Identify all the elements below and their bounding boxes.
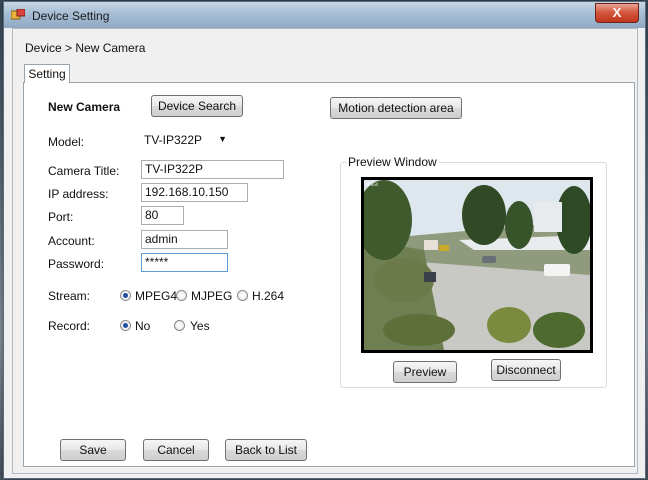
record-yes-label: Yes: [190, 319, 210, 333]
cancel-button[interactable]: Cancel: [143, 439, 209, 461]
model-label: Model:: [48, 135, 85, 149]
account-label: Account:: [48, 234, 95, 248]
model-select[interactable]: TV-IP322P ▼: [142, 131, 230, 150]
app-icon: [11, 9, 25, 20]
password-label: Password:: [48, 257, 105, 271]
device-setting-window: Device Setting X Device > New Camera Set…: [3, 1, 646, 479]
record-label: Record:: [48, 319, 91, 333]
record-yes-radio[interactable]: [174, 320, 185, 331]
stream-mjpeg-radio[interactable]: [176, 290, 187, 301]
window-title: Device Setting: [32, 9, 110, 23]
stream-mpeg4-radio[interactable]: [120, 290, 131, 301]
model-value: TV-IP322P: [144, 133, 203, 147]
account-field[interactable]: admin: [141, 230, 228, 249]
stream-label: Stream:: [48, 289, 91, 303]
port-label: Port:: [48, 210, 74, 224]
form-heading: New Camera: [48, 100, 121, 114]
record-no-label: No: [135, 319, 151, 333]
stream-h264-label: H.264: [252, 289, 285, 303]
stream-h264-radio[interactable]: [237, 290, 248, 301]
save-button[interactable]: Save: [60, 439, 126, 461]
stream-mpeg4-label: MPEG4: [135, 289, 178, 303]
password-field[interactable]: *****: [141, 253, 228, 272]
setting-panel: New Camera Device Search Motion detectio…: [23, 82, 635, 467]
dropdown-arrow-icon: ▼: [218, 134, 227, 144]
camera-title-field[interactable]: TV-IP322P: [141, 160, 284, 179]
ip-address-label: IP address:: [48, 187, 109, 201]
svg-text:MPEG4: MPEG4: [366, 182, 379, 187]
camera-preview-image: MPEG4: [361, 177, 593, 353]
street-scene: MPEG4: [364, 180, 590, 350]
camera-title-label: Camera Title:: [48, 164, 120, 178]
device-search-button[interactable]: Device Search: [151, 95, 243, 117]
tab-setting[interactable]: Setting: [24, 64, 70, 83]
ip-address-field[interactable]: 192.168.10.150: [141, 183, 248, 202]
port-field[interactable]: 80: [141, 206, 184, 225]
preview-button[interactable]: Preview: [393, 361, 457, 383]
close-button[interactable]: X: [595, 3, 639, 23]
stream-mjpeg-label: MJPEG: [191, 289, 233, 303]
record-no-radio[interactable]: [120, 320, 131, 331]
breadcrumb: Device > New Camera: [25, 41, 146, 55]
motion-detection-button[interactable]: Motion detection area: [330, 97, 462, 119]
back-to-list-button[interactable]: Back to List: [225, 439, 307, 461]
client-area: Device > New Camera Setting New Camera D…: [12, 28, 638, 474]
disconnect-button[interactable]: Disconnect: [491, 359, 561, 381]
preview-window-title: Preview Window: [346, 155, 439, 169]
title-bar[interactable]: Device Setting X: [4, 2, 645, 28]
